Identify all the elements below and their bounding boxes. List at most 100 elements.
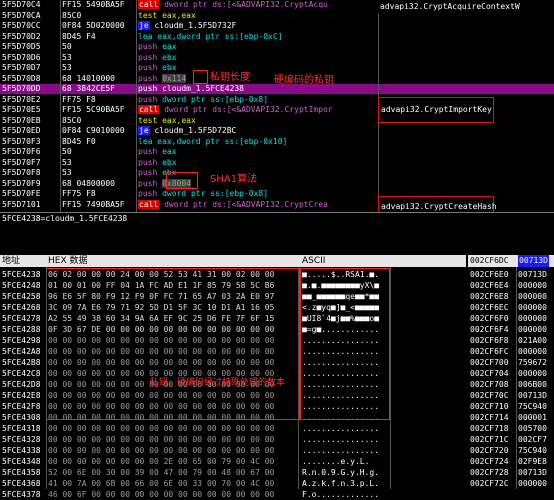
disasm-instruction: call dword ptr ds:[<&ADVAPI32.CryptAcqu <box>138 0 378 10</box>
disasm-address: 5F5D70D6 <box>2 52 41 62</box>
disasm-row[interactable]: 5F5D70F7 53 push ebx <box>0 158 554 168</box>
disasm-hex: 53 <box>62 168 72 177</box>
stack-row[interactable]: 002CF6EC 000000 <box>468 302 554 313</box>
disasm-operand: eax <box>162 42 177 51</box>
dump-ascii: ........e.y.L. <box>302 457 370 466</box>
column-separator <box>60 0 61 212</box>
dump-ascii: ................ <box>302 424 380 433</box>
disasm-row[interactable]: 5F5D70F9 68 04800000 push 0x8004 <box>0 178 554 189</box>
stack-row[interactable]: 002CF728 00713D <box>468 467 554 478</box>
ascii-key-outline <box>300 268 390 420</box>
dump-header-hex[interactable]: HEX 数据 <box>48 255 87 267</box>
disasm-row[interactable]: 5F5D70D6 53 push ebx <box>0 53 554 63</box>
dump-ascii: F.o............. <box>302 490 380 499</box>
disasm-operand: eax,eax <box>162 115 196 125</box>
disasm-mnemonic: push <box>138 147 158 156</box>
stack-row[interactable]: 002CF6E4 000000 <box>468 280 554 291</box>
dump-address: 5FCE42A8 <box>2 347 41 356</box>
stack-row[interactable]: 002CF70C 00713D <box>468 390 554 401</box>
disasm-row[interactable]: 5F5D70CC 0F84 5D020000 je cloudm_1.5F5D732… <box>0 21 554 31</box>
stack-row[interactable]: 002CF708 006B00 <box>468 379 554 390</box>
disasm-hex: 68 14010000 <box>62 73 115 83</box>
stack-row[interactable]: 002CF6E8 000000 <box>468 291 554 302</box>
dump-row[interactable]: 5FCE4378 46 00 6F 00 00 00 00 00 00 00 00… <box>0 489 466 500</box>
stack-value: 005700 <box>518 424 547 433</box>
disasm-hex: 53 <box>62 52 72 62</box>
disasm-hex: FF15 7490BA5F <box>62 199 125 209</box>
stack-row[interactable]: 002CF720 75C940 <box>468 445 554 456</box>
stack-row[interactable]: 002CF6FC 000000 <box>468 346 554 357</box>
stack-row[interactable]: 002CF700 759672 <box>468 357 554 368</box>
disasm-instruction: push 0x114 <box>138 73 378 84</box>
stack-row[interactable]: 002CF6E0 00713D <box>468 269 554 280</box>
stack-pane[interactable]: 002CF6E0 00713D 002CF6E4 000000 002CF6E8 0000… <box>468 255 554 489</box>
dump-header-ascii[interactable]: ASCII <box>302 255 325 267</box>
disasm-row[interactable]: 5F5D70F8 53 push ebx <box>0 168 554 178</box>
dump-row[interactable]: 5FCE4348 00 00 00 00 00 00 00 00 2E 00 65… <box>0 456 466 467</box>
hex-dump-pane[interactable]: 5FCE4238 06 02 00 00 00 24 00 00 52 53 41… <box>0 255 466 499</box>
disassembly-pane[interactable]: 5F5D70C4 FF15 5490BA5F call dword ptr ds:[… <box>0 0 554 212</box>
disasm-hex: 8D45 F4 <box>62 31 96 41</box>
disasm-mnemonic: push <box>138 52 158 62</box>
stack-row[interactable]: 002CF6F0 000000 <box>468 313 554 324</box>
dump-ascii: R.n.0.9.G.y.H.g. <box>302 468 380 477</box>
stack-value: 000000 <box>518 281 547 290</box>
disasm-row[interactable]: 5F5D70ED 0F84 C9010000 je cloudm_1.5F5D72B… <box>0 126 554 136</box>
disasm-hex: FF75 F8 <box>62 94 96 104</box>
stack-row[interactable]: 002CF6F8 021A00 <box>468 335 554 346</box>
disasm-hex: 50 <box>62 42 72 51</box>
disasm-instruction: lea eax,dword ptr ss:[ebp-0x10] <box>138 137 378 147</box>
disasm-hex: FF15 5490BA5F <box>62 0 125 9</box>
stack-row[interactable]: 002CF72C 000000 <box>468 478 554 489</box>
stack-row[interactable]: 002CF71C 002CF7 <box>468 434 554 445</box>
dump-row[interactable]: 5FCE4318 00 00 00 00 00 00 00 00 00 00 00… <box>0 423 466 434</box>
stack-address: 002CF710 <box>470 402 509 411</box>
dump-hex: 00 00 00 00 00 00 00 00 00 00 00 00 00 0… <box>48 435 275 444</box>
dump-ascii: ................ <box>302 446 380 455</box>
disasm-address: 5F5D70EB <box>2 115 41 125</box>
stack-address: 002CF70C <box>470 391 509 400</box>
column-separator <box>46 267 47 489</box>
disasm-instruction: test eax,eax <box>138 116 378 126</box>
disasm-row[interactable]: 5F5D70F3 8D45 F0 lea eax,dword ptr ss:[ebp… <box>0 137 554 147</box>
disasm-instruction: push ebx <box>138 63 378 73</box>
disasm-row[interactable]: 5F5D70D5 50 push eax <box>0 42 554 52</box>
stack-row[interactable]: 002CF714 000001 <box>468 412 554 423</box>
disasm-mnemonic: test <box>138 10 158 20</box>
dump-hex: 52 00 6E 00 30 00 39 00 47 00 79 00 48 0… <box>48 468 275 477</box>
stack-row[interactable]: 002CF6F4 000000 <box>468 324 554 335</box>
stack-row[interactable]: 002CF724 02F9E8 <box>468 456 554 467</box>
stack-value: 000000 <box>518 303 547 312</box>
disasm-address: 5F5D70CA <box>2 10 41 20</box>
disasm-address: 5F5D70D5 <box>2 42 41 51</box>
disasm-operand: dword ptr ss:[ebp-0x8] <box>162 189 269 198</box>
dump-row[interactable]: 5FCE4368 41 00 7A 00 6B 00 66 00 6E 00 33… <box>0 478 466 489</box>
dump-header-address[interactable]: 地址 <box>2 255 20 267</box>
annotation-outline <box>193 70 208 84</box>
stack-row[interactable]: 002CF718 005700 <box>468 423 554 434</box>
disasm-row[interactable]: 5F5D70F6 50 push eax <box>0 147 554 157</box>
api-comment: advapi32.CryptAcquireContextW <box>378 0 554 13</box>
dump-address: 5FCE4378 <box>2 490 41 499</box>
stack-value: 75C940 <box>518 446 547 455</box>
dump-row[interactable]: 5FCE4338 00 00 00 00 00 00 00 00 00 00 00… <box>0 445 466 456</box>
pane-gap <box>0 226 554 255</box>
dump-row[interactable]: 5FCE4358 52 00 6E 00 30 00 39 00 47 00 79… <box>0 467 466 478</box>
disasm-mnemonic: push <box>138 178 158 188</box>
disasm-operand: eax <box>162 147 177 156</box>
stack-address: 002CF720 <box>470 446 509 455</box>
stack-value: 002CF7 <box>518 435 547 444</box>
stack-address: 002CF728 <box>470 468 509 477</box>
disasm-row[interactable]: 5F5D70D2 8D45 F4 lea eax,dword ptr ss:[ebp… <box>0 32 554 42</box>
disasm-mnemonic: push <box>138 168 158 177</box>
stack-row[interactable]: 002CF704 000000 <box>468 368 554 379</box>
stack-value: 000000 <box>518 325 547 334</box>
stack-row[interactable]: 002CF710 75C940 <box>468 401 554 412</box>
stack-address: 002CF718 <box>470 424 509 433</box>
info-bar: 5FCE4238=cloudm_1.5FCE4238 <box>0 212 554 225</box>
annotation-label: SHA1算法 <box>210 174 258 185</box>
stack-address: 002CF700 <box>470 358 509 367</box>
dump-row[interactable]: 5FCE4328 00 00 00 00 00 00 00 00 00 00 00… <box>0 434 466 445</box>
disasm-hex: 85C0 <box>62 115 82 125</box>
stack-value: 00713D <box>518 468 547 477</box>
